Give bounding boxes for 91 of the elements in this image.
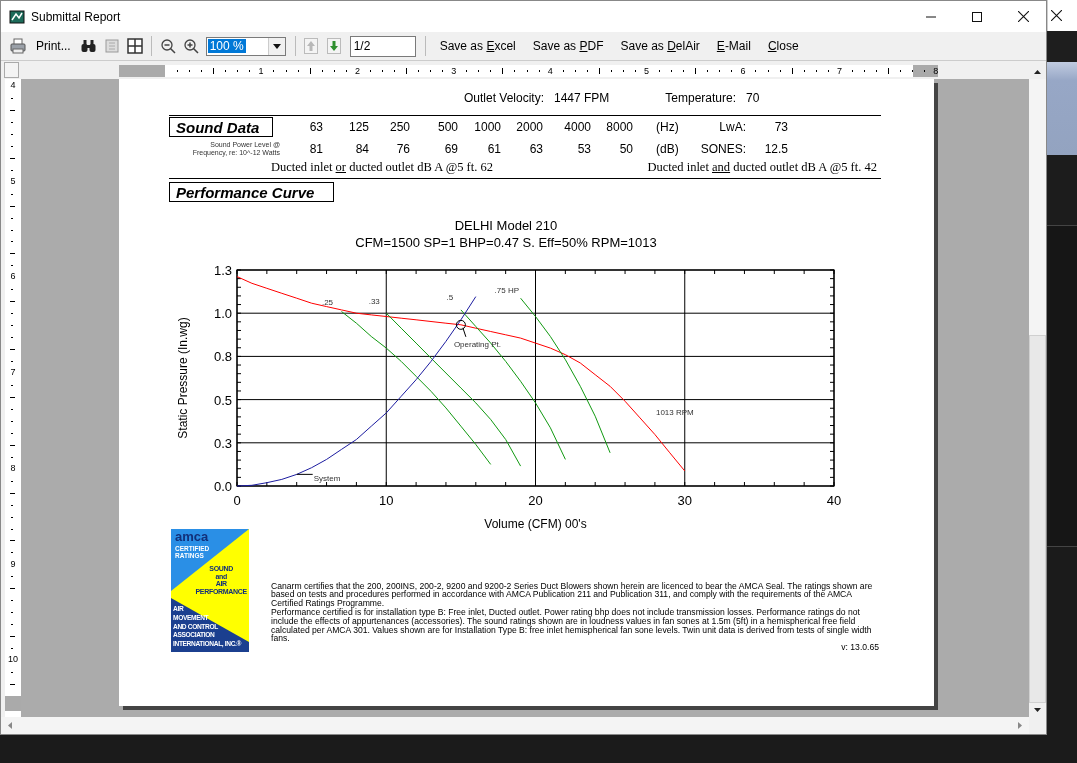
tick-label: 1.3: [213, 263, 232, 278]
y-axis-label: Static Pressure (In.wg): [176, 317, 190, 439]
tick-label: 10: [379, 493, 394, 508]
ruler-number: 2: [354, 65, 361, 77]
tick-label: 1.0: [213, 306, 232, 322]
tick-label: 20: [528, 493, 543, 508]
caret-icon: [272, 43, 281, 49]
ruler-corner: [4, 62, 19, 78]
version-label: v: 13.0.65: [841, 643, 879, 652]
footnote-paragraph: Canarm certifies that the 200, 200INS, 200-2, 9200 and 9200-2 Series Duct Blowers shown herein are licenced to bear the AMCA Seal. The ratings shown are based on tests and procedures performed in accordance with AMCA Publication 211 and Publication 311, and comply with the requirements of the AMCA Certified Ratings Programme.: [271, 581, 874, 608]
ruler-number: 3: [450, 65, 457, 77]
toolbar-button[interactable]: Save as Excel: [436, 37, 519, 55]
level-value: 50: [618, 142, 633, 156]
level-value: 84: [354, 142, 369, 156]
level-value: 76: [395, 142, 410, 156]
operating-point-marker: [455, 319, 466, 330]
ruler-number: 6: [740, 65, 746, 77]
leader-line: [296, 473, 314, 475]
chart-subtitle: CFM=1500 SP=1 BHP=0.47 S. Eff=50% RPM=1013: [355, 235, 657, 250]
frequency-value: 63: [308, 120, 323, 134]
scroll-thumb[interactable]: [1029, 335, 1046, 703]
frequency-value: 1000: [473, 120, 501, 134]
toolbar-button[interactable]: E-Mail: [713, 37, 754, 55]
tick-label: 0.5: [213, 392, 232, 408]
unit-label: (Hz): [655, 120, 680, 134]
leader-line: [462, 327, 467, 338]
tick-label: 0.8: [213, 349, 232, 365]
field-value: 70: [745, 91, 761, 107]
tick-label: 30: [677, 493, 692, 508]
down-arrow-icon[interactable]: [326, 38, 341, 54]
printer-icon[interactable]: [10, 38, 26, 54]
field-value: 1447 FPM: [553, 91, 611, 107]
annotation-label: .75 HP: [494, 286, 520, 296]
ruler-number: 1: [258, 65, 264, 77]
window-title: Submittal Report: [31, 9, 121, 24]
ruler-margin: [913, 65, 938, 77]
annotation-label: System: [313, 474, 341, 484]
field-value: 12.5: [763, 142, 788, 156]
frequency-value: 125: [347, 120, 369, 134]
tick-label: 40: [826, 493, 842, 508]
section-heading: Performance Curve: [169, 182, 334, 202]
annotation-label: .33: [368, 297, 380, 307]
tick-label: 0: [233, 493, 241, 508]
frequency-value: 4000: [563, 120, 591, 134]
frequency-value: 250: [388, 120, 410, 134]
app-icon: [9, 8, 25, 25]
level-value: 81: [308, 142, 323, 156]
frequency-value: 8000: [605, 120, 633, 134]
frequency-value: 2000: [515, 120, 543, 134]
field-label: SONES:: [699, 142, 746, 156]
annotation-label: .5: [446, 292, 454, 302]
level-value: 61: [486, 142, 501, 156]
ruler-number: 8: [932, 65, 939, 77]
toolbar-button[interactable]: Save as PDF: [529, 37, 607, 55]
ruler-number: 4: [547, 65, 554, 77]
grid-icon[interactable]: [126, 38, 143, 54]
tick-label: 0.0: [213, 479, 232, 494]
sound-note: Ducted inlet or ducted outlet dB A @5 ft. 62: [271, 160, 493, 176]
toolbar-button[interactable]: Close: [764, 37, 802, 55]
annotation-label: Operating Pt.: [453, 339, 501, 349]
ruler-number: 5: [643, 65, 650, 77]
zoom-dropdown[interactable]: 100 %: [205, 36, 286, 56]
frequency-value: 500: [436, 120, 458, 134]
level-value: 69: [443, 142, 458, 156]
tick-label: 0.3: [213, 435, 232, 451]
chart-title: DELHI Model 210: [454, 218, 558, 233]
close-icon: [1017, 11, 1029, 22]
horizontal-scrollbar[interactable]: [1, 717, 1029, 734]
annotation-label: .25: [321, 297, 334, 307]
level-value: 63: [528, 142, 543, 156]
unit-label: (dB): [655, 142, 680, 156]
binoculars-icon[interactable]: [79, 38, 97, 54]
print-button[interactable]: Print...: [33, 37, 74, 55]
field-label: Temperature:: [664, 91, 736, 107]
x-axis-label: Volume (CFM) 00's: [484, 517, 587, 531]
sound-note: Ducted inlet and ducted outlet dB A @5 ft. 42: [647, 160, 877, 176]
toolbar-button[interactable]: Save as DelAir: [617, 37, 703, 55]
ruler-margin: [119, 65, 165, 77]
level-value: 53: [576, 142, 591, 156]
maximize-icon: [972, 11, 982, 22]
field-label: Outlet Velocity:: [462, 91, 544, 107]
zoom-out-icon[interactable]: [159, 38, 176, 54]
logo-text: amca: [175, 530, 209, 544]
section-heading: Sound Data: [169, 117, 273, 137]
field-label: LwA:: [718, 120, 746, 134]
page-field[interactable]: 1/2: [349, 35, 416, 57]
field-value: 73: [773, 120, 788, 134]
close-icon[interactable]: [1051, 10, 1062, 21]
zoom-in-icon[interactable]: [182, 38, 199, 54]
ruler-number: 7: [836, 65, 843, 77]
footnote-paragraph: Performance certified is for installation type B: Free inlet, Ducted outlet. Power rating bhp does not include transmission losses. Performance ratings do not include the effects of appurtenances (accessories). The sound ratings shown are in loudness values in fan sones at 1.5m (5ft) in a hemispherical free field calculated per AMCA 301. Values shown are for Installation Type B: free inlet hemispherical fan sone levels. Twin unit data is derived from tests of single width fans.: [271, 608, 873, 644]
